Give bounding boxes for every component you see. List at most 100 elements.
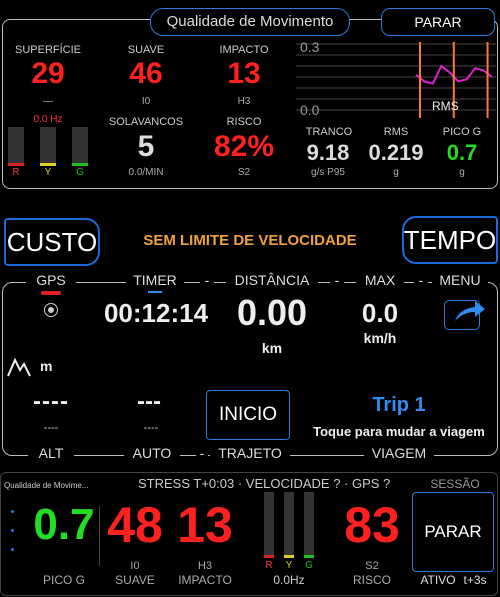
chart-series-label: RMS	[432, 99, 459, 113]
bumps-value: 5	[137, 130, 155, 163]
smooth-sub: I0	[141, 96, 151, 107]
bar-label-y: Y	[44, 167, 52, 178]
auto-value: ---	[137, 388, 161, 415]
level-bar-green	[72, 127, 88, 165]
surface-label: SUPERFÍCIE	[14, 44, 81, 56]
surface-value: 29	[31, 57, 65, 90]
tab-timer[interactable]: TIMER	[126, 272, 184, 288]
active-time: t+3s	[463, 573, 487, 587]
level-bar-yellow	[40, 127, 56, 165]
share-arrow-icon	[455, 301, 485, 321]
timer-indicator	[148, 291, 162, 293]
risk-sub: S2	[237, 167, 251, 178]
level-bar-red	[8, 127, 24, 165]
timer-value: 00:12:14	[103, 298, 209, 328]
tab-viagem[interactable]: VIAGEM	[364, 445, 434, 461]
live-risk-sub: S2	[365, 560, 379, 572]
active-status: ATIVO	[420, 573, 456, 587]
live-risk-label: RISCO	[352, 573, 391, 587]
altitude-icon	[7, 357, 31, 377]
stop-button-bottom[interactable]: PARAR	[412, 492, 494, 572]
live-peak-g-label: PICO G	[42, 573, 85, 587]
trip-title[interactable]: Trip 1	[306, 394, 492, 417]
stride-sub: g/s P95	[311, 167, 345, 178]
live-bar-yellow	[284, 492, 294, 558]
live-bar-yellow-fill	[284, 555, 294, 558]
stride-value: 9.18	[306, 140, 350, 165]
altitude-unit: m	[40, 358, 53, 374]
chart-y-max-label: 0.3	[300, 39, 320, 55]
live-bar-red-fill	[264, 555, 274, 558]
risk-label: RISCO	[226, 116, 262, 128]
level-bar-red-fill	[8, 163, 24, 166]
cost-button[interactable]: CUSTO	[4, 218, 100, 266]
bumps-rate: 0.0/MIN	[128, 167, 164, 178]
panel-title[interactable]: Qualidade de Movimento	[150, 8, 350, 36]
time-button[interactable]: TEMPO	[402, 216, 498, 264]
live-peak-g-value: 0.7	[33, 500, 95, 549]
impact-label: IMPACTO	[219, 44, 269, 56]
trip-hint[interactable]: Toque para mudar a viagem	[300, 424, 498, 439]
session-label: SESSÃO	[430, 477, 480, 491]
smooth-label: SUAVE	[127, 44, 165, 56]
impact-sub: H3	[237, 96, 251, 107]
peak-g-value: 0.7	[446, 140, 478, 165]
mini-app-label: Qualidade de Movime...	[4, 481, 89, 490]
live-smooth-label: SUAVE	[115, 573, 155, 587]
rms-value: 0.219	[368, 140, 424, 165]
max-speed-unit: km/h	[363, 330, 397, 346]
level-bar-yellow-fill	[40, 163, 56, 166]
bumps-label: SOLAVANCOS	[108, 116, 184, 128]
live-bar-label-r: R	[265, 560, 273, 571]
stop-button-top[interactable]: PARAR	[381, 8, 495, 36]
live-smooth-value: 48	[107, 497, 163, 553]
chart-y-min-label: 0.0	[300, 102, 320, 118]
stride-label: TRANCO	[305, 126, 353, 138]
time-button-label: TEMPO	[403, 224, 497, 255]
tab-max[interactable]: MAX	[356, 272, 404, 288]
max-speed-value: 0.0	[361, 298, 399, 328]
bar-label-r: R	[12, 167, 20, 178]
tab-separator-4: -	[196, 445, 208, 461]
rms-label: RMS	[383, 126, 409, 138]
tab-menu[interactable]: MENU	[432, 272, 488, 288]
auto-sub: ----	[143, 422, 159, 434]
live-bar-green	[304, 492, 314, 558]
rms-chart: 0.3 0.0 RMS	[296, 39, 496, 118]
tab-distance[interactable]: DISTÂNCIA	[226, 272, 318, 288]
impact-value: 13	[227, 57, 261, 90]
distance-unit: km	[261, 340, 283, 356]
live-impact-sub: H3	[197, 560, 213, 572]
smooth-value: 46	[129, 57, 163, 90]
gps-indicator	[41, 291, 61, 295]
tab-separator-3: -	[414, 272, 428, 288]
live-bar-green-fill	[304, 555, 314, 558]
status-line: STRESS T+0:03 · VELOCIDADE ? · GPS ?	[138, 476, 391, 491]
tab-gps[interactable]: GPS	[26, 272, 76, 288]
risk-value: 82%	[213, 130, 275, 163]
gps-target-icon	[44, 303, 58, 317]
peak-g-unit: g	[459, 167, 465, 178]
live-risk-value: 83	[344, 497, 400, 553]
tab-alt[interactable]: ALT	[28, 445, 74, 461]
tab-separator-1: -	[200, 272, 214, 288]
live-bar-label-y: Y	[285, 560, 293, 571]
live-bar-label-g: G	[305, 560, 313, 571]
share-button[interactable]	[444, 300, 485, 330]
surface-frequency: 0.0 Hz	[33, 114, 63, 125]
peak-g-label: PICO G	[442, 126, 482, 138]
start-button[interactable]: INICIO	[206, 390, 290, 440]
tab-auto[interactable]: AUTO	[124, 445, 180, 461]
tab-trajeto[interactable]: TRAJETO	[210, 445, 290, 461]
live-impact-value: 13	[177, 497, 233, 553]
level-bar-green-fill	[72, 163, 88, 166]
tab-separator-2: -	[330, 272, 344, 288]
surface-sub: —	[43, 96, 53, 107]
distance-value: 0.00	[236, 292, 308, 333]
live-bar-red	[264, 492, 274, 558]
bar-label-g: G	[76, 167, 84, 178]
live-impact-label: IMPACTO	[178, 573, 232, 587]
cost-button-label: CUSTO	[6, 226, 98, 257]
alt-sub: ----	[43, 422, 59, 434]
speed-limit-label: SEM LIMITE DE VELOCIDADE	[143, 232, 357, 249]
